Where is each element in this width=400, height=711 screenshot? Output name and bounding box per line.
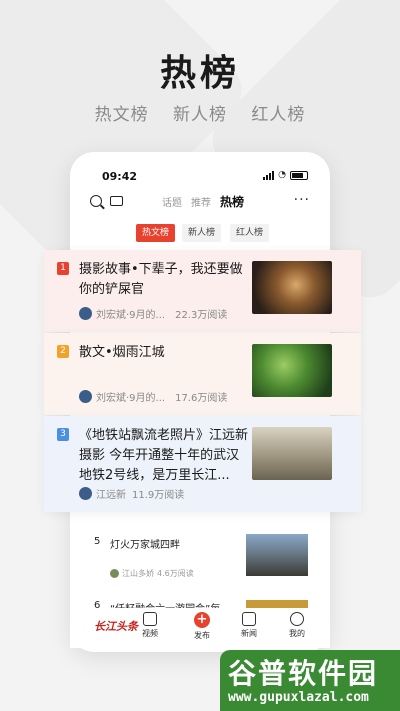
nav-news[interactable]: 新闻 <box>241 612 257 639</box>
list-item-thumbnail <box>246 534 308 576</box>
news-icon <box>242 612 256 626</box>
mail-icon[interactable] <box>110 196 123 206</box>
more-icon[interactable]: ··· <box>294 192 310 208</box>
card-meta: 江远新 11.9万阅读 <box>79 486 184 501</box>
search-icon[interactable] <box>90 195 102 207</box>
status-icons: ◔ <box>263 170 308 180</box>
card-title: 《地铁站飘流老照片》江远新摄影 今年开通整十年的武汉地铁2号线，是万里长江... <box>79 428 249 483</box>
subtab-red-people[interactable]: 红人榜 <box>230 224 270 242</box>
nav-publish[interactable]: + 发布 <box>194 612 210 641</box>
nav-me[interactable]: 我的 <box>289 612 305 639</box>
rank-badge: 3 <box>57 428 69 441</box>
card-thumbnail <box>252 427 332 480</box>
rank-badge: 1 <box>57 262 69 275</box>
avatar <box>79 390 92 403</box>
list-item-author: 江山多娇 <box>122 569 154 578</box>
user-icon <box>290 612 304 626</box>
card-reads: 17.6万阅读 <box>175 393 228 404</box>
watermark-title: 谷普软件园 <box>228 657 379 690</box>
card-title: 散文•烟雨江城 <box>79 345 165 360</box>
nav-label: 我的 <box>289 629 305 638</box>
card-reads: 22.3万阅读 <box>175 310 228 321</box>
card-meta: 刘宏斌·9月的... 17.6万阅读 <box>79 389 227 404</box>
page-headline: 热榜 <box>159 52 240 94</box>
page-subheadline: 热文榜 新人榜 红人榜 <box>0 100 400 125</box>
avatar <box>79 307 92 320</box>
nav-label: 视频 <box>142 629 158 638</box>
card-author: 刘宏斌·9月的... <box>96 393 166 404</box>
card-reads: 11.9万阅读 <box>132 490 185 501</box>
top-bar: 话题 推荐 热榜 ··· <box>70 192 330 216</box>
subheadline-item: 新人榜 <box>173 105 227 125</box>
watermark-url: www.gupuxlazal.com <box>228 690 369 705</box>
plus-icon: + <box>194 612 210 628</box>
list-item-meta: 江山多娇 4.6万阅读 <box>110 568 194 579</box>
bottom-nav: 长江头条 视频 + 发布 新闻 我的 <box>70 608 330 648</box>
signal-icon <box>263 170 275 180</box>
card-author: 江远新 <box>96 490 126 501</box>
watermark: 谷普软件园 www.gupuxlazal.com <box>220 650 400 711</box>
status-time: 09:42 <box>102 170 138 183</box>
avatar <box>79 487 92 500</box>
nav-video[interactable]: 视频 <box>142 612 158 639</box>
list-item-number: 5 <box>94 536 101 547</box>
subtab-row: 热文榜 新人榜 红人榜 <box>70 224 330 244</box>
card-title: 摄影故事•下辈子，我还要做你的铲屎官 <box>79 262 243 297</box>
ranking-card-2[interactable]: 2 散文•烟雨江城 刘宏斌·9月的... 17.6万阅读 <box>44 333 361 415</box>
avatar <box>110 569 119 578</box>
list-item-title[interactable]: 灯火万家城四畔 <box>110 536 180 551</box>
nav-label: 发布 <box>194 631 210 640</box>
ranking-card-1[interactable]: 1 摄影故事•下辈子，我还要做你的铲屎官 刘宏斌·9月的... 22.3万阅读 <box>44 250 361 332</box>
rank-badge: 2 <box>57 345 69 358</box>
subtab-new-people[interactable]: 新人榜 <box>182 224 222 242</box>
subtab-hot-articles[interactable]: 热文榜 <box>136 224 176 242</box>
card-author: 刘宏斌·9月的... <box>96 310 166 321</box>
subheadline-item: 红人榜 <box>251 105 306 125</box>
nav-label: 新闻 <box>241 629 257 638</box>
subheadline-item: 热文榜 <box>94 105 149 125</box>
tab-hot[interactable]: 热榜 <box>220 193 244 210</box>
card-meta: 刘宏斌·9月的... 22.3万阅读 <box>79 306 227 321</box>
video-icon <box>143 612 157 626</box>
wifi-icon: ◔ <box>278 170 286 180</box>
list-item-reads: 4.6万阅读 <box>157 569 194 578</box>
battery-icon <box>290 170 308 180</box>
tab-topics[interactable]: 话题 <box>162 194 182 209</box>
ranking-card-3[interactable]: 3 《地铁站飘流老照片》江远新摄影 今年开通整十年的武汉地铁2号线，是万里长江.… <box>44 416 361 512</box>
list-item-thumbnail <box>246 600 308 608</box>
app-logo: 长江头条 <box>94 620 138 633</box>
tab-recommend[interactable]: 推荐 <box>191 194 211 209</box>
card-thumbnail <box>252 261 332 314</box>
card-thumbnail <box>252 344 332 397</box>
